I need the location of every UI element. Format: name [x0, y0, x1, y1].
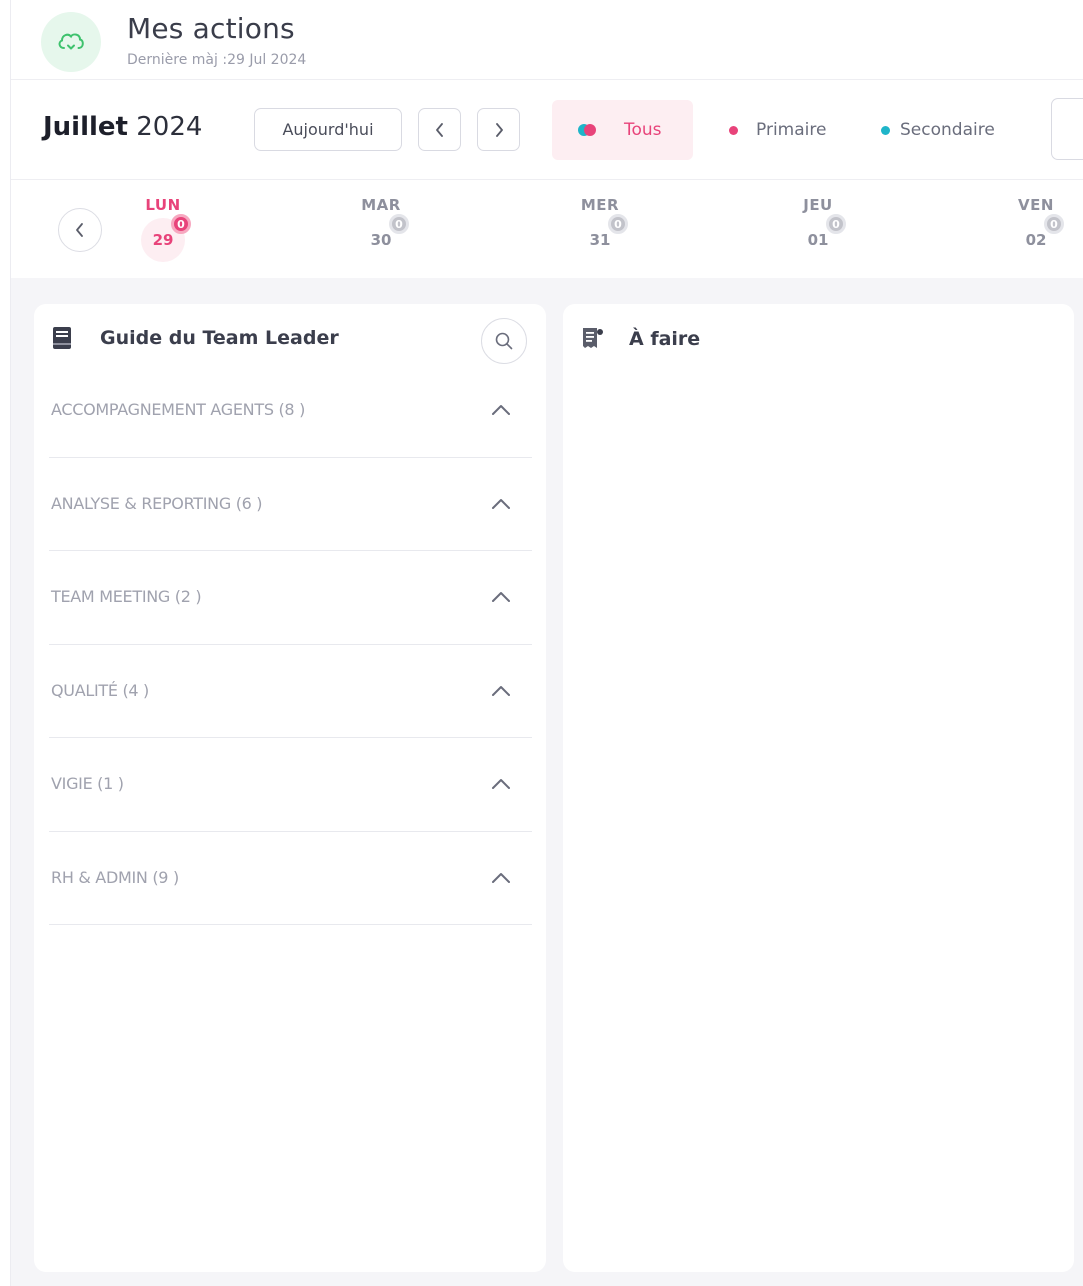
category-label: ACCOMPAGNEMENT AGENTS (8 ): [51, 400, 306, 419]
filter-secondary-label: Secondaire: [900, 120, 995, 140]
last-update-text: Dernière màj :29 Jul 2024: [127, 52, 307, 68]
filter-primary[interactable]: Primaire: [729, 100, 826, 160]
category-row[interactable]: VIGIE (1 ): [49, 738, 532, 832]
app-root: Mes actions Dernière màj :29 Jul 2024 Ju…: [10, 0, 1083, 1286]
day-item[interactable]: MER 31 0: [560, 196, 640, 266]
guide-search-button[interactable]: [481, 318, 527, 364]
secondary-dot-icon: [881, 125, 890, 135]
day-number: 30: [370, 231, 392, 249]
book-icon: [53, 327, 71, 349]
next-month-button[interactable]: [477, 108, 520, 151]
chevron-right-icon: [495, 122, 503, 137]
category-row[interactable]: ACCOMPAGNEMENT AGENTS (8 ): [49, 364, 532, 458]
day-count-badge: 0: [171, 214, 191, 234]
all-dots-icon: [578, 124, 598, 136]
category-list: ACCOMPAGNEMENT AGENTS (8 ) ANALYSE & REP…: [49, 364, 532, 925]
filter-all[interactable]: Tous: [552, 100, 693, 160]
todo-title: À faire: [629, 328, 701, 350]
cloud-sync-icon: [58, 33, 84, 50]
guide-panel-header: Guide du Team Leader: [52, 326, 339, 350]
chevron-up-icon[interactable]: [489, 683, 513, 699]
day-number: 31: [589, 231, 611, 249]
chevron-left-icon: [76, 223, 83, 237]
category-label: ANALYSE & REPORTING (6 ): [51, 493, 263, 513]
guide-panel: Guide du Team Leader ACCOMPAGNEMENT AGEN…: [34, 304, 546, 1272]
task-list-icon: [583, 328, 603, 348]
chevron-up-icon[interactable]: [489, 496, 513, 512]
today-button[interactable]: Aujourd'hui: [254, 108, 402, 151]
todo-panel-header: À faire: [581, 326, 700, 352]
day-number-wrap: 02 0: [1014, 214, 1064, 262]
day-number: 01: [807, 231, 829, 249]
day-name: MAR: [361, 196, 401, 214]
filter-primary-label: Primaire: [756, 120, 827, 140]
filter-all-label: Tous: [624, 120, 662, 140]
day-item[interactable]: JEU 01 0: [778, 196, 858, 266]
day-number-wrap: 29 0: [141, 214, 191, 262]
category-label: VIGIE (1 ): [51, 774, 124, 793]
month-name: Juillet: [43, 112, 128, 142]
day-count-badge: 0: [1044, 214, 1064, 234]
day-strip: LUN 29 0 MAR 30 0 MER 31 0 JEU 01 0 VEN …: [11, 180, 1083, 278]
day-name: VEN: [1018, 196, 1054, 214]
day-item[interactable]: MAR 30 0: [341, 196, 421, 266]
day-count-badge: 0: [608, 214, 628, 234]
filter-secondary[interactable]: Secondaire: [881, 100, 995, 160]
day-name: MER: [580, 196, 620, 214]
day-item[interactable]: VEN 02 0: [996, 196, 1076, 266]
chevron-up-icon[interactable]: [489, 870, 513, 886]
toolbar-overflow-button[interactable]: [1051, 98, 1083, 160]
month-year: 2024: [136, 112, 203, 142]
day-number-wrap: 01 0: [796, 214, 846, 262]
page-title: Mes actions: [127, 12, 295, 45]
category-label: TEAM MEETING (2 ): [51, 587, 202, 606]
category-label: QUALITÉ (4 ): [51, 680, 150, 700]
category-row[interactable]: ANALYSE & REPORTING (6 ): [49, 458, 532, 551]
category-row[interactable]: RH & ADMIN (9 ): [49, 832, 532, 925]
day-number: 02: [1025, 231, 1047, 249]
day-number-wrap: 30 0: [359, 214, 409, 262]
calendar-toolbar: Juillet 2024 Aujourd'hui Tous Primaire S…: [11, 80, 1083, 180]
day-name: LUN: [145, 196, 181, 214]
page-header: Mes actions Dernière màj :29 Jul 2024: [11, 0, 1083, 80]
day-item[interactable]: LUN 29 0: [123, 196, 203, 266]
search-icon: [495, 332, 513, 350]
guide-title: Guide du Team Leader: [100, 327, 339, 349]
day-count-badge: 0: [826, 214, 846, 234]
current-month: Juillet 2024: [43, 112, 202, 142]
chevron-up-icon[interactable]: [489, 402, 513, 418]
prev-month-button[interactable]: [418, 108, 461, 151]
category-row[interactable]: QUALITÉ (4 ): [49, 645, 532, 738]
category-row[interactable]: TEAM MEETING (2 ): [49, 551, 532, 645]
chevron-left-icon: [435, 122, 443, 137]
chevron-up-icon[interactable]: [489, 776, 513, 792]
day-name: JEU: [803, 196, 833, 214]
day-number-wrap: 31 0: [578, 214, 628, 262]
logo: [41, 12, 101, 72]
day-count-badge: 0: [389, 214, 409, 234]
prev-days-button[interactable]: [58, 208, 102, 252]
chevron-up-icon[interactable]: [489, 589, 513, 605]
category-label: RH & ADMIN (9 ): [51, 867, 179, 887]
day-number: 29: [152, 231, 174, 249]
primary-dot-icon: [729, 125, 738, 135]
todo-panel: À faire: [563, 304, 1074, 1272]
